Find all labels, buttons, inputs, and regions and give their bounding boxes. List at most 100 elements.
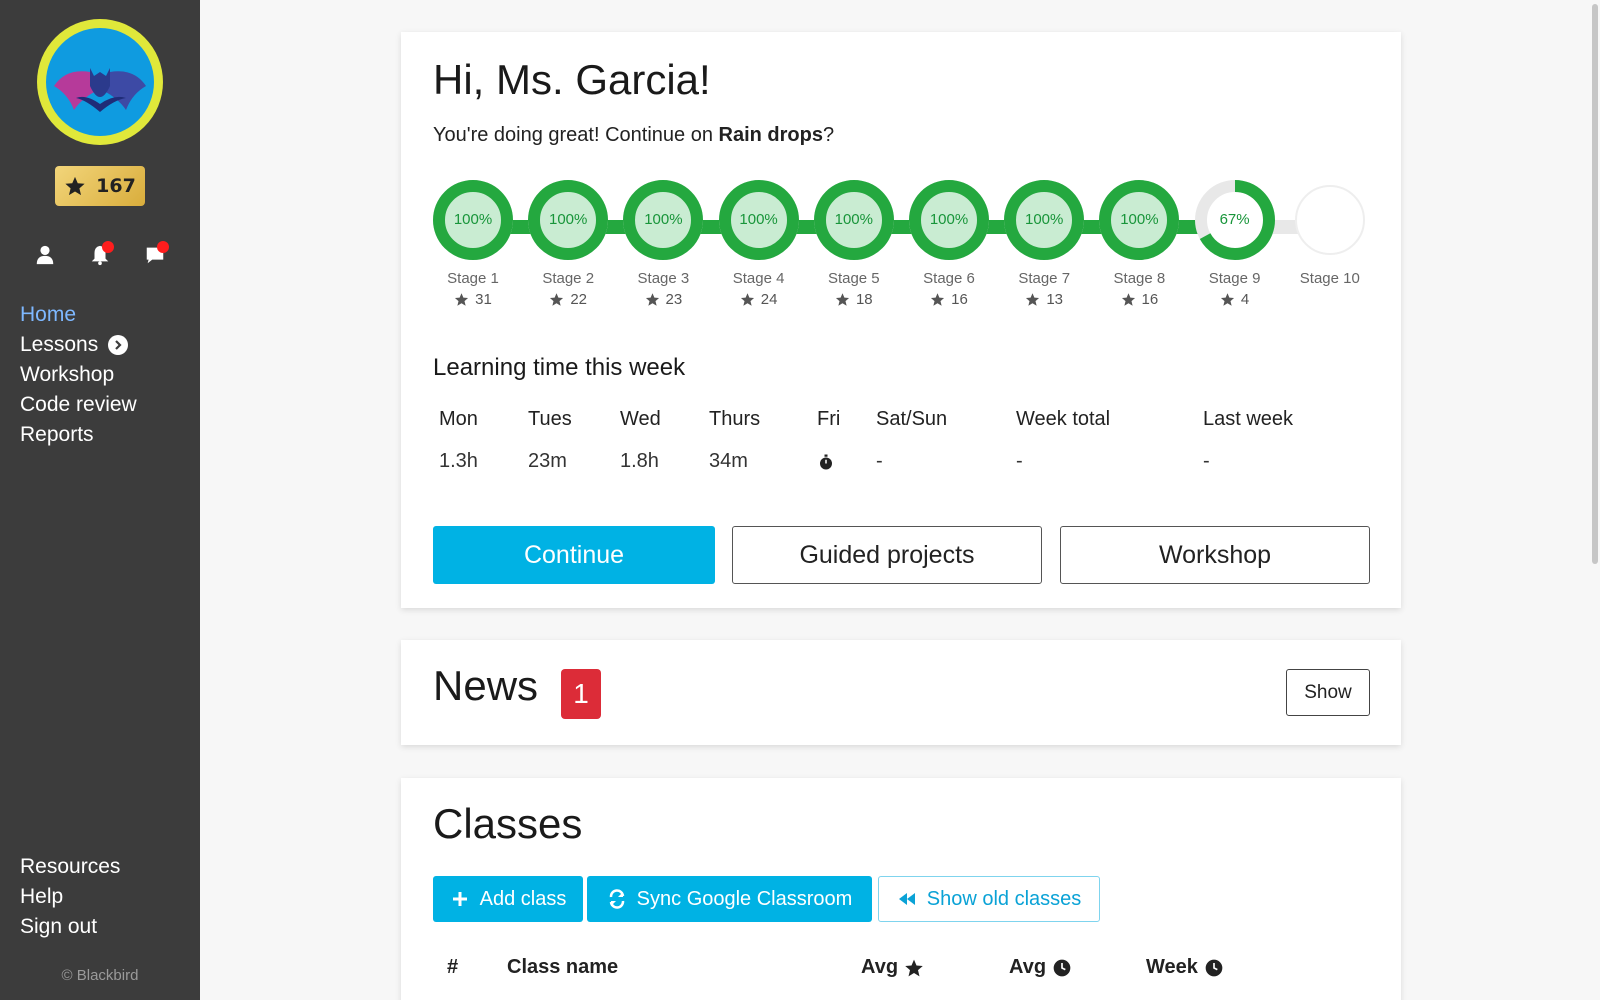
week-col: Wed 1.8h xyxy=(620,404,661,476)
stage-stars: 16 xyxy=(907,291,991,308)
star-icon xyxy=(550,293,564,306)
user-icon xyxy=(36,245,54,265)
stage-stars: 18 xyxy=(812,291,896,308)
stage-progress-label: 100% xyxy=(739,211,778,228)
profile-button[interactable] xyxy=(30,240,60,270)
column-avg-stars[interactable]: Avg xyxy=(861,956,924,979)
stage-star-count: 13 xyxy=(1046,291,1064,308)
stage-progress-label: 100% xyxy=(929,211,969,228)
classes-title: Classes xyxy=(433,800,583,847)
continue-message-suffix: ? xyxy=(822,124,835,146)
star-icon xyxy=(455,293,469,306)
week-header: Thurs xyxy=(709,408,761,430)
stage-ring: 100% xyxy=(1002,178,1086,262)
bat-icon xyxy=(54,68,146,112)
stage-stars: 16 xyxy=(1097,291,1181,308)
nav-sign-out[interactable]: Sign out xyxy=(20,912,120,942)
avatar[interactable] xyxy=(37,19,163,145)
nav-reports-label: Reports xyxy=(20,423,94,446)
stage-progress-label: 100% xyxy=(834,211,873,228)
stage-ring: 100% xyxy=(621,178,705,262)
stage-name: Stage 5 xyxy=(827,270,880,287)
show-old-classes-button[interactable]: Show old classes xyxy=(878,876,1100,922)
week-value: 1.8h xyxy=(620,450,659,472)
stage-item[interactable]: 100% Stage 2 22 xyxy=(526,178,610,308)
week-value: - xyxy=(1203,450,1210,472)
stage-star-count: 24 xyxy=(760,291,778,308)
nav-resources[interactable]: Resources xyxy=(20,852,120,882)
continue-button[interactable]: Continue xyxy=(433,526,715,584)
notifications-button[interactable] xyxy=(85,240,115,270)
stage-stars: 13 xyxy=(1002,291,1086,308)
messages-button[interactable] xyxy=(140,240,170,270)
workshop-button[interactable]: Workshop xyxy=(1060,526,1370,584)
news-count-badge: 1 xyxy=(561,669,601,719)
stage-item[interactable]: Stage 10 xyxy=(1288,178,1372,287)
stage-star-count: 4 xyxy=(1240,291,1250,308)
scrollbar-thumb[interactable] xyxy=(1592,4,1598,564)
classes-card: Classes Add class Sync Google Classroom … xyxy=(401,778,1401,1000)
stage-name: Stage 9 xyxy=(1208,270,1261,287)
learning-time-table: Mon 1.3h Tues 23m Wed 1.8h Thurs 34m Fri Sat… xyxy=(433,404,1373,484)
week-value xyxy=(817,446,840,476)
stage-progress-label: 100% xyxy=(549,211,588,228)
stage-progress-label: 100% xyxy=(644,211,683,228)
chevron-right-icon xyxy=(108,335,129,355)
sync-google-classroom-button[interactable]: Sync Google Classroom xyxy=(587,876,872,922)
nav-reports[interactable]: Reports xyxy=(20,420,137,450)
star-icon xyxy=(1026,293,1040,306)
nav-workshop[interactable]: Workshop xyxy=(20,360,137,390)
column-class-name[interactable]: Class name xyxy=(507,956,618,979)
column-class-name-label: Class name xyxy=(507,956,619,978)
bottom-nav: Resources Help Sign out xyxy=(20,852,120,942)
stage-item[interactable]: 100% Stage 5 18 xyxy=(812,178,896,308)
news-title: News xyxy=(433,662,539,709)
stage-ring: 100% xyxy=(1097,178,1181,262)
stage-item[interactable]: 100% Stage 8 16 xyxy=(1097,178,1181,308)
column-avg-time[interactable]: Avg xyxy=(1009,956,1072,979)
stage-item[interactable]: 100% Stage 4 24 xyxy=(717,178,801,308)
nav-home[interactable]: Home xyxy=(20,300,137,330)
show-news-button[interactable]: Show xyxy=(1286,669,1370,716)
stage-item[interactable]: 100% Stage 3 23 xyxy=(621,178,705,308)
stage-item[interactable]: 100% Stage 6 16 xyxy=(907,178,991,308)
rewind-icon xyxy=(898,893,915,905)
column-number-label: # xyxy=(447,956,459,978)
stage-item[interactable]: 100% Stage 1 31 xyxy=(431,178,515,308)
nav-lessons-label: Lessons xyxy=(20,333,99,356)
stage-item[interactable]: 100% Stage 7 13 xyxy=(1002,178,1086,308)
plus-icon xyxy=(452,892,467,906)
stage-item[interactable]: 67% Stage 9 4 xyxy=(1193,178,1277,308)
add-class-button[interactable]: Add class xyxy=(433,876,583,922)
page-scrollbar[interactable] xyxy=(1588,0,1600,1000)
star-icon xyxy=(645,293,659,306)
stage-progress-label: 100% xyxy=(1025,211,1064,228)
add-class-label: Add class xyxy=(479,887,567,910)
stage-progress-label: 100% xyxy=(1120,211,1159,228)
stage-star-count: 18 xyxy=(855,291,873,308)
star-icon xyxy=(905,959,923,976)
stage-name: Stage 10 xyxy=(1299,270,1360,287)
week-header: Mon xyxy=(439,408,478,430)
stage-ring: 100% xyxy=(812,178,896,262)
notification-dot xyxy=(102,241,114,253)
nav-lessons[interactable]: Lessons xyxy=(20,330,137,360)
stage-stars: 23 xyxy=(621,291,705,308)
news-card: News 1 Show xyxy=(401,640,1401,745)
stage-name: Stage 1 xyxy=(447,270,499,287)
column-week[interactable]: Week xyxy=(1146,956,1224,979)
stage-name: Stage 4 xyxy=(732,270,785,287)
continue-message-prefix: You're doing great! Continue on xyxy=(433,124,719,146)
guided-projects-button[interactable]: Guided projects xyxy=(732,526,1042,584)
sync-icon xyxy=(609,889,624,909)
nav-code-review[interactable]: Code review xyxy=(20,390,137,420)
current-lesson[interactable]: Rain drops xyxy=(719,124,823,146)
week-value: 34m xyxy=(709,450,748,472)
stopwatch-icon xyxy=(820,454,832,470)
column-number: # xyxy=(447,956,458,979)
week-col: Mon 1.3h xyxy=(439,404,478,476)
stage-star-count: 31 xyxy=(475,291,492,308)
stage-ring: 100% xyxy=(907,178,991,262)
nav-help[interactable]: Help xyxy=(20,882,120,912)
stage-name: Stage 8 xyxy=(1113,270,1166,287)
